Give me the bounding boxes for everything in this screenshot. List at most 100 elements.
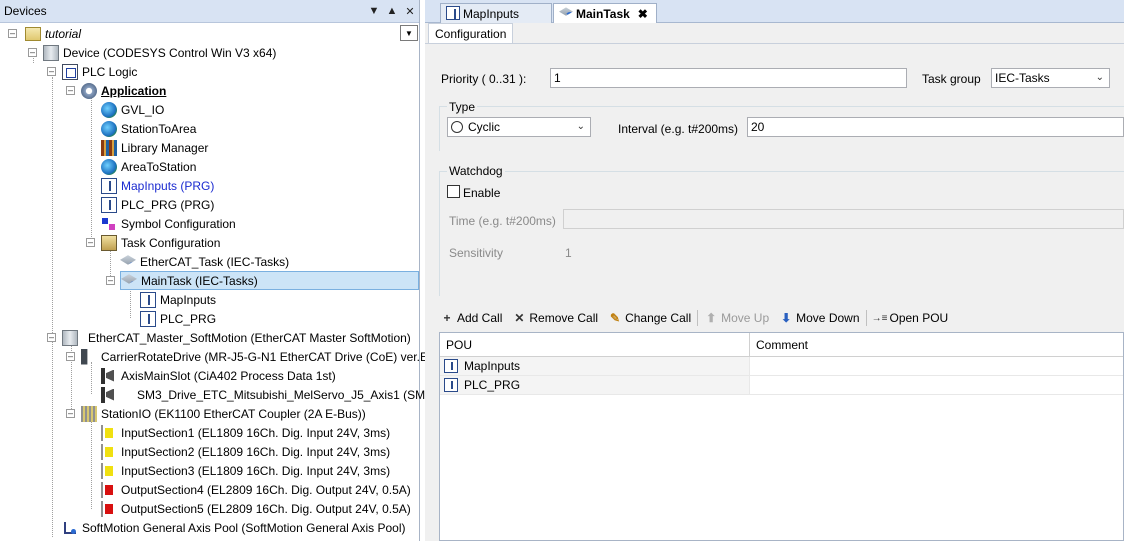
application-gear-icon bbox=[81, 82, 97, 99]
time-label: Time (e.g. t#200ms) bbox=[449, 214, 556, 228]
watchdog-group bbox=[439, 171, 1124, 296]
tree-item-task-call-plc-prg[interactable]: PLC_PRG bbox=[140, 309, 216, 328]
comment-cell[interactable] bbox=[750, 357, 1123, 375]
close-tab-icon[interactable]: ✖ bbox=[638, 7, 648, 21]
device-icon bbox=[43, 44, 59, 61]
tree-item-output-section-5[interactable]: OutputSection5 (EL2809 16Ch. Dig. Output… bbox=[101, 499, 411, 518]
tree-item-station-to-area[interactable]: StationToArea bbox=[101, 119, 196, 138]
table-row[interactable]: MapInputs bbox=[440, 357, 1123, 376]
task-type-select[interactable]: Cyclic ⌄ bbox=[447, 117, 591, 137]
open-pou-button[interactable]: →≡ Open POU bbox=[872, 311, 949, 325]
pin-icon[interactable]: ▲ bbox=[383, 2, 401, 20]
collapse-icon[interactable]: – bbox=[66, 409, 75, 418]
tree-item-ethercat-task[interactable]: EtherCAT_Task (IEC-Tasks) bbox=[120, 252, 289, 271]
tree-item-label: tutorial bbox=[45, 26, 82, 41]
tree-item-label: AxisMainSlot (CiA402 Process Data 1st) bbox=[121, 368, 336, 383]
add-call-button[interactable]: + Add Call bbox=[440, 311, 502, 325]
library-books-icon bbox=[101, 139, 117, 156]
button-label: Move Up bbox=[721, 311, 770, 325]
pou-program-icon bbox=[444, 359, 458, 373]
tree-item-ethercat-master[interactable]: EtherCAT_Master_SoftMotion (EtherCAT Mas… bbox=[62, 328, 411, 347]
collapse-icon[interactable]: – bbox=[86, 238, 95, 247]
priority-input[interactable]: 1 bbox=[550, 68, 907, 88]
remove-call-button[interactable]: ✕ Remove Call bbox=[512, 311, 598, 325]
time-input[interactable] bbox=[563, 209, 1124, 229]
tree-item-application[interactable]: Application bbox=[81, 81, 166, 100]
button-label: Change Call bbox=[625, 311, 692, 325]
codesys-window: Devices ▼ ▲ ✕ ▼ tutorial – Device (CODES… bbox=[0, 0, 1124, 541]
tree-item-label: OutputSection5 (EL2809 16Ch. Dig. Output… bbox=[121, 501, 411, 516]
axis-pool-icon bbox=[62, 520, 78, 536]
pou-program-icon bbox=[140, 291, 156, 308]
tree-item-label: StationToArea bbox=[121, 121, 197, 136]
tree-item-axis-main-slot[interactable]: AxisMainSlot (CiA402 Process Data 1st) bbox=[101, 366, 336, 385]
enable-checkbox[interactable] bbox=[447, 185, 460, 198]
move-down-button[interactable]: ⬇ Move Down bbox=[779, 311, 859, 325]
tree-item-label: EtherCAT_Task (IEC-Tasks) bbox=[140, 254, 290, 269]
tree-item-output-section-4[interactable]: OutputSection4 (EL2809 16Ch. Dig. Output… bbox=[101, 480, 411, 499]
pou-cell[interactable]: PLC_PRG bbox=[440, 376, 750, 394]
digital-input-icon bbox=[101, 424, 117, 441]
tab-configuration[interactable]: Configuration bbox=[428, 23, 514, 43]
tree-item-label: MapInputs (PRG) bbox=[121, 178, 215, 193]
column-header-pou[interactable]: POU bbox=[440, 333, 750, 356]
digital-input-icon bbox=[101, 462, 117, 479]
tree-item-axis-pool[interactable]: SoftMotion General Axis Pool (SoftMotion… bbox=[62, 518, 406, 537]
interval-value: 20 bbox=[751, 120, 765, 134]
change-call-button[interactable]: ✎ Change Call bbox=[608, 311, 691, 325]
pou-program-icon bbox=[444, 378, 458, 392]
tree-item-symbol-configuration[interactable]: Symbol Configuration bbox=[101, 214, 236, 233]
tree-item-plc-logic[interactable]: PLC Logic bbox=[62, 62, 137, 81]
close-panel-icon[interactable]: ✕ bbox=[401, 2, 419, 20]
tree-item-device[interactable]: Device (CODESYS Control Win V3 x64) bbox=[43, 43, 276, 62]
toolbar-separator bbox=[865, 310, 867, 326]
task-group-select[interactable]: IEC-Tasks ⌄ bbox=[991, 68, 1110, 88]
tree-item-gvl-io[interactable]: GVL_IO bbox=[101, 100, 164, 119]
collapse-icon[interactable]: – bbox=[47, 333, 56, 342]
tree-item-task-configuration[interactable]: Task Configuration bbox=[101, 233, 220, 252]
tree-item-label: Application bbox=[101, 83, 167, 98]
interval-input[interactable]: 20 bbox=[747, 117, 1124, 137]
gvl-globe-icon bbox=[101, 158, 117, 175]
digital-output-icon bbox=[101, 481, 117, 498]
tree-item-main-task[interactable]: MainTask (IEC-Tasks) bbox=[120, 271, 419, 290]
button-label: Remove Call bbox=[529, 311, 599, 325]
devices-dropdown-icon[interactable]: ▼ bbox=[400, 25, 418, 41]
tree-item-map-inputs[interactable]: MapInputs (PRG) bbox=[101, 176, 214, 195]
grid-header: POU Comment bbox=[440, 333, 1123, 357]
tree-item-plc-prg[interactable]: PLC_PRG (PRG) bbox=[101, 195, 214, 214]
tree-item-input-section-1[interactable]: InputSection1 (EL1809 16Ch. Dig. Input 2… bbox=[101, 423, 390, 442]
table-row[interactable]: PLC_PRG bbox=[440, 376, 1123, 395]
tree-item-library-manager[interactable]: Library Manager bbox=[101, 138, 208, 157]
drive-icon bbox=[81, 348, 88, 365]
tab-map-inputs[interactable]: MapInputs bbox=[440, 3, 552, 23]
pou-cell[interactable]: MapInputs bbox=[440, 357, 750, 375]
collapse-icon[interactable]: – bbox=[106, 276, 115, 285]
comment-cell[interactable] bbox=[750, 376, 1123, 394]
panel-menu-icon[interactable]: ▼ bbox=[365, 2, 383, 20]
collapse-icon[interactable]: – bbox=[66, 352, 75, 361]
tree-item-station-io[interactable]: StationIO (EK1100 EtherCAT Coupler (2A E… bbox=[81, 404, 366, 423]
tree-item-project[interactable]: tutorial bbox=[23, 24, 81, 43]
collapse-icon[interactable]: – bbox=[8, 29, 17, 38]
tree-item-input-section-2[interactable]: InputSection2 (EL1809 16Ch. Dig. Input 2… bbox=[101, 442, 390, 461]
tree-item-carrier-rotate-drive[interactable]: CarrierRotateDrive (MR-J5-G-N1 EtherCAT … bbox=[81, 347, 439, 366]
pou-program-icon bbox=[446, 6, 460, 20]
collapse-icon[interactable]: – bbox=[66, 86, 75, 95]
ethercat-master-icon bbox=[62, 329, 78, 346]
task-icon bbox=[120, 255, 136, 265]
pencil-icon: ✎ bbox=[610, 311, 621, 325]
move-up-button[interactable]: ⬆ Move Up bbox=[704, 311, 769, 325]
tree-item-area-to-station[interactable]: AreaToStation bbox=[101, 157, 196, 176]
tree-item-task-call-map-inputs[interactable]: MapInputs bbox=[140, 290, 216, 309]
project-icon bbox=[25, 26, 41, 41]
collapse-icon[interactable]: – bbox=[28, 48, 37, 57]
tree-item-sm3-drive[interactable]: SM3_Drive_ETC_Mitsubishi_MelServo_J5_Axi… bbox=[101, 385, 466, 404]
column-header-comment[interactable]: Comment bbox=[750, 333, 808, 356]
tab-main-task[interactable]: MainTask ✖ bbox=[553, 3, 657, 23]
sensitivity-label: Sensitivity bbox=[449, 246, 504, 260]
tree-item-label: InputSection1 (EL1809 16Ch. Dig. Input 2… bbox=[121, 425, 391, 440]
tree-item-input-section-3[interactable]: InputSection3 (EL1809 16Ch. Dig. Input 2… bbox=[101, 461, 390, 480]
collapse-icon[interactable]: – bbox=[47, 67, 56, 76]
pou-program-icon bbox=[101, 196, 117, 213]
